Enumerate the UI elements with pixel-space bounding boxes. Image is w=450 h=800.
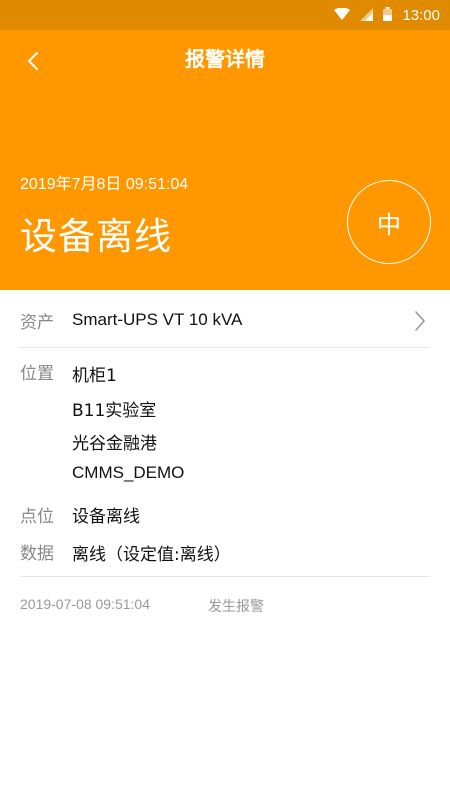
severity-label: 中 xyxy=(377,210,401,239)
page-title: 报警详情 xyxy=(185,47,265,71)
location-line: 光谷金融港 xyxy=(72,434,157,454)
location-row: 位置 机柜1 B11实验室 光谷金融港 CMMS_DEMO xyxy=(20,347,430,487)
point-value: 设备离线 xyxy=(72,507,140,527)
location-line: B11实验室 xyxy=(72,401,157,421)
wifi-icon xyxy=(334,6,351,25)
alarm-datetime: 2019年7月8日 09:51:04 xyxy=(20,176,189,193)
asset-label: 资产 xyxy=(20,313,54,333)
status-icons: 13:00 xyxy=(334,0,440,30)
alarm-header: 报警详情 2019年7月8日 09:51:04 设备离线 中 xyxy=(0,30,450,290)
asset-row[interactable]: 资产 Smart-UPS VT 10 kVA xyxy=(20,290,430,347)
point-label: 点位 xyxy=(20,507,54,527)
history-date: 2019-07-08 09:51:04 xyxy=(20,596,150,612)
chevron-right-icon xyxy=(414,310,426,336)
history-event: 发生报警 xyxy=(208,599,264,615)
data-label: 数据 xyxy=(20,544,54,564)
battery-icon xyxy=(383,6,393,25)
data-value: 离线（设定值:离线） xyxy=(72,545,231,565)
asset-value: Smart-UPS VT 10 kVA xyxy=(72,310,243,329)
alarm-title: 设备离线 xyxy=(20,215,172,258)
status-bar: 13:00 xyxy=(0,0,450,30)
severity-badge: 中 xyxy=(347,180,431,264)
cellular-signal-icon xyxy=(360,6,374,25)
point-row: 点位 设备离线 xyxy=(20,500,430,530)
location-line: CMMS_DEMO xyxy=(72,463,185,482)
data-row: 数据 离线（设定值:离线） xyxy=(20,537,430,567)
location-label: 位置 xyxy=(20,364,54,384)
status-time: 13:00 xyxy=(402,6,440,24)
location-line: 机柜1 xyxy=(72,366,117,386)
divider xyxy=(20,576,430,577)
